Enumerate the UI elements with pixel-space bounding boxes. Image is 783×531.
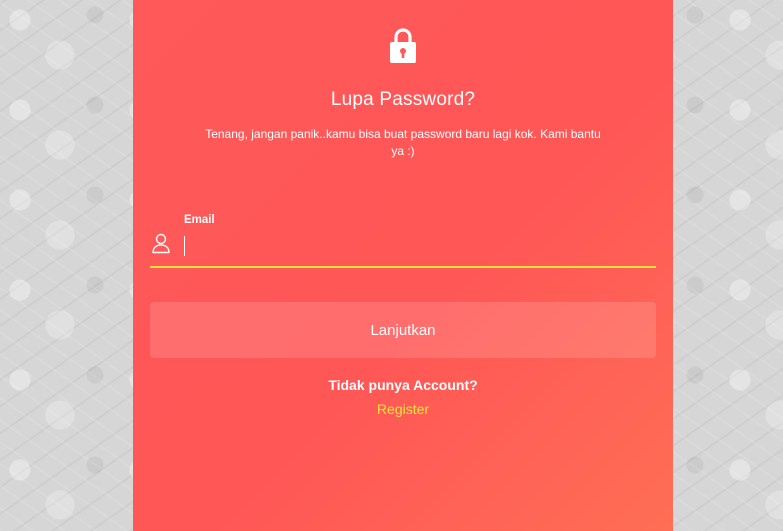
register-link[interactable]: Register: [133, 401, 673, 417]
text-caret: [184, 236, 185, 256]
lock-icon: [389, 26, 417, 64]
continue-button[interactable]: Lanjutkan: [150, 302, 656, 358]
email-input[interactable]: [183, 234, 643, 258]
no-account-text: Tidak punya Account?: [328, 377, 478, 393]
email-label: Email: [184, 214, 215, 226]
user-icon: [151, 232, 171, 254]
email-underline: [150, 266, 656, 268]
page-subtitle: Tenang, jangan panik..kamu bisa buat pas…: [205, 127, 601, 158]
email-field: Email: [150, 214, 656, 268]
forgot-password-card: Lupa Password? Tenang, jangan panik..kam…: [133, 0, 673, 531]
page-title: Lupa Password?: [330, 89, 476, 110]
